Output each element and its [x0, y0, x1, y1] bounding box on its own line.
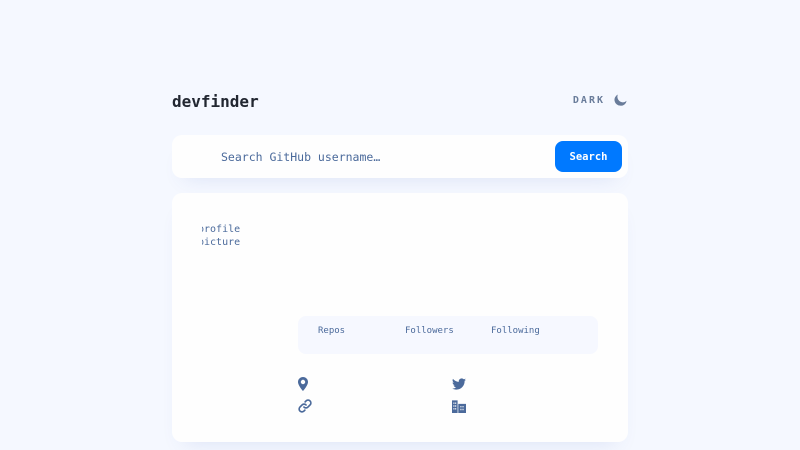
building-icon: [452, 400, 466, 413]
search-input[interactable]: [221, 146, 541, 168]
theme-toggle[interactable]: DARK: [573, 93, 628, 107]
followers-label: Followers: [405, 326, 454, 336]
twitter-icon: [452, 378, 466, 390]
location-item: [298, 376, 318, 392]
profile-card: profile picture Repos Followers Followin…: [172, 193, 628, 442]
search-button[interactable]: Search: [555, 141, 622, 172]
theme-toggle-label: DARK: [572, 94, 605, 106]
avatar-alt-text: profile picture: [202, 224, 247, 248]
avatar: profile picture: [202, 223, 272, 293]
stats-panel: Repos Followers Following: [298, 316, 598, 354]
search-bar: Search: [172, 135, 628, 178]
app-logo: devfinder: [172, 92, 259, 111]
header: devfinder DARK: [172, 88, 628, 118]
link-icon: [298, 399, 312, 413]
moon-icon: [614, 94, 627, 106]
search-icon: [190, 148, 208, 166]
following-label: Following: [491, 326, 540, 336]
profile-links: [298, 376, 608, 426]
blog-item[interactable]: [298, 398, 322, 414]
location-pin-icon: [298, 377, 308, 391]
repos-label: Repos: [318, 326, 346, 336]
company-item: [452, 398, 476, 414]
twitter-item: [452, 376, 476, 392]
